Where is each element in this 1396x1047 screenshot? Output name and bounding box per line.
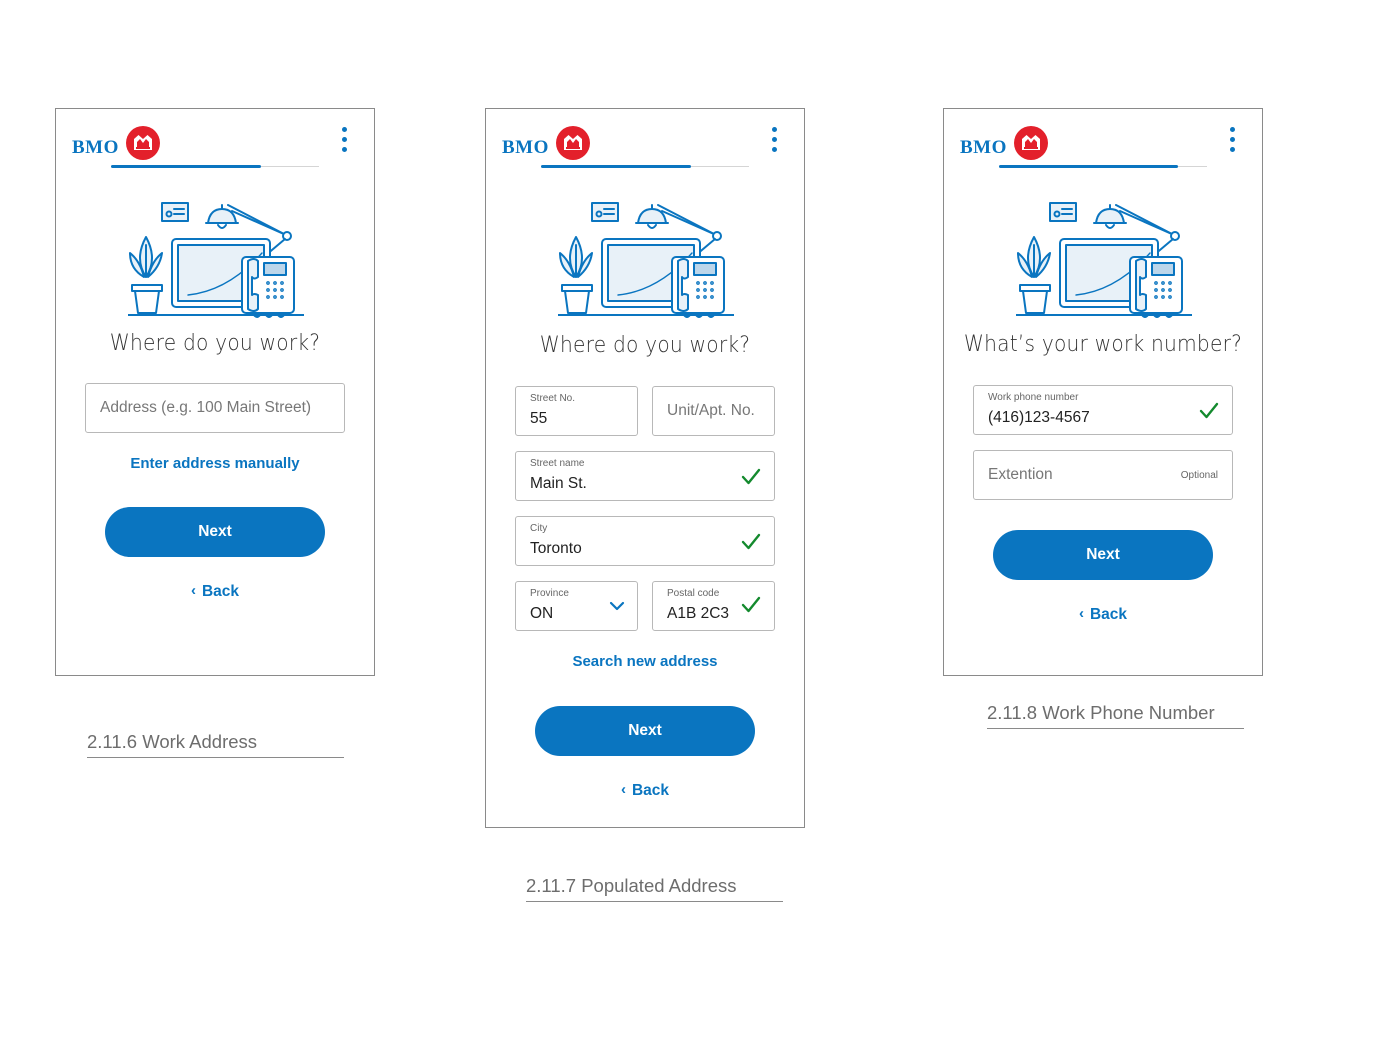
screen-populated-address: BMO Where do you work? Street No. 55 Uni… (485, 108, 805, 828)
workspace-illustration (558, 195, 734, 321)
street-name-value: Main St. (530, 475, 587, 492)
back-link[interactable]: ‹ Back (486, 781, 804, 800)
street-no-value: 55 (530, 410, 548, 427)
next-button[interactable]: Next (535, 706, 755, 756)
back-label: Back (201, 583, 240, 600)
extension-field[interactable]: Extention Optional (973, 450, 1233, 500)
checkmark-icon (741, 596, 761, 614)
progress-fill (541, 165, 691, 168)
page-title: What’s your work number? (963, 332, 1243, 357)
street-name-label: Street name (530, 458, 585, 469)
bmo-logo-icon (1013, 125, 1049, 161)
bmo-logo-text: BMO (72, 137, 119, 158)
progress-bar (541, 165, 749, 168)
optional-label: Optional (1180, 470, 1218, 481)
next-button[interactable]: Next (105, 507, 325, 557)
province-select[interactable]: Province ON (515, 581, 638, 631)
street-no-field[interactable]: Street No. 55 (515, 386, 638, 436)
postal-code-label: Postal code (667, 588, 720, 599)
address-input[interactable]: Address (e.g. 100 Main Street) (85, 383, 345, 433)
checkmark-icon (741, 468, 761, 486)
chevron-down-icon[interactable] (609, 600, 625, 612)
street-no-label: Street No. (530, 393, 576, 404)
kebab-menu-icon[interactable] (1230, 127, 1236, 155)
page-title: Where do you work? (539, 333, 751, 358)
postal-code-field[interactable]: Postal code A1B 2C3 (652, 581, 775, 631)
back-link[interactable]: ‹ Back (944, 605, 1262, 624)
caption-work-phone: 2.11.8 Work Phone Number (987, 702, 1244, 729)
progress-fill (999, 165, 1178, 168)
search-new-address-link[interactable]: Search new address (486, 653, 804, 670)
bmo-logo: BMO (960, 125, 1049, 161)
checkmark-icon (741, 533, 761, 551)
caption-work-address: 2.11.6 Work Address (87, 731, 344, 758)
screen-work-address: BMO Where do you work? Address (e.g. 100… (55, 108, 375, 676)
address-placeholder: Address (e.g. 100 Main Street) (100, 399, 312, 416)
bmo-logo-text: BMO (960, 137, 1007, 158)
city-field[interactable]: City Toronto (515, 516, 775, 566)
bmo-logo-text: BMO (502, 137, 549, 158)
street-name-field[interactable]: Street name Main St. (515, 451, 775, 501)
workspace-illustration (1016, 195, 1192, 321)
enter-address-manually-link[interactable]: Enter address manually (56, 455, 374, 472)
postal-code-value: A1B 2C3 (667, 605, 730, 622)
chevron-left-icon: ‹ (1078, 605, 1084, 622)
unit-field[interactable]: Unit/Apt. No. (652, 386, 775, 436)
checkmark-icon (1199, 402, 1219, 420)
bmo-logo-icon (125, 125, 161, 161)
kebab-menu-icon[interactable] (772, 127, 778, 155)
progress-bar (111, 165, 319, 168)
bmo-logo-icon (555, 125, 591, 161)
caption-populated-address: 2.11.7 Populated Address (526, 875, 783, 902)
bmo-logo: BMO (502, 125, 591, 161)
back-link[interactable]: ‹ Back (56, 582, 374, 601)
city-value: Toronto (530, 540, 582, 557)
next-button[interactable]: Next (993, 530, 1213, 580)
province-value: ON (530, 605, 554, 622)
bmo-logo: BMO (72, 125, 161, 161)
work-phone-label: Work phone number (988, 392, 1079, 403)
city-label: City (530, 523, 548, 534)
progress-fill (111, 165, 261, 168)
back-label: Back (1089, 606, 1128, 623)
screen-work-phone: BMO What’s your work number? Work phone … (943, 108, 1263, 676)
chevron-left-icon: ‹ (620, 781, 626, 798)
extension-placeholder: Extention (988, 466, 1053, 483)
back-label: Back (631, 782, 670, 799)
unit-placeholder: Unit/Apt. No. (667, 402, 755, 419)
chevron-left-icon: ‹ (190, 582, 196, 599)
page-title: Where do you work? (109, 331, 321, 356)
progress-bar (999, 165, 1207, 168)
workspace-illustration (128, 195, 304, 321)
province-label: Province (530, 588, 569, 599)
kebab-menu-icon[interactable] (342, 127, 348, 155)
work-phone-field[interactable]: Work phone number (416)123-4567 (973, 385, 1233, 435)
work-phone-value: (416)123-4567 (988, 409, 1090, 426)
